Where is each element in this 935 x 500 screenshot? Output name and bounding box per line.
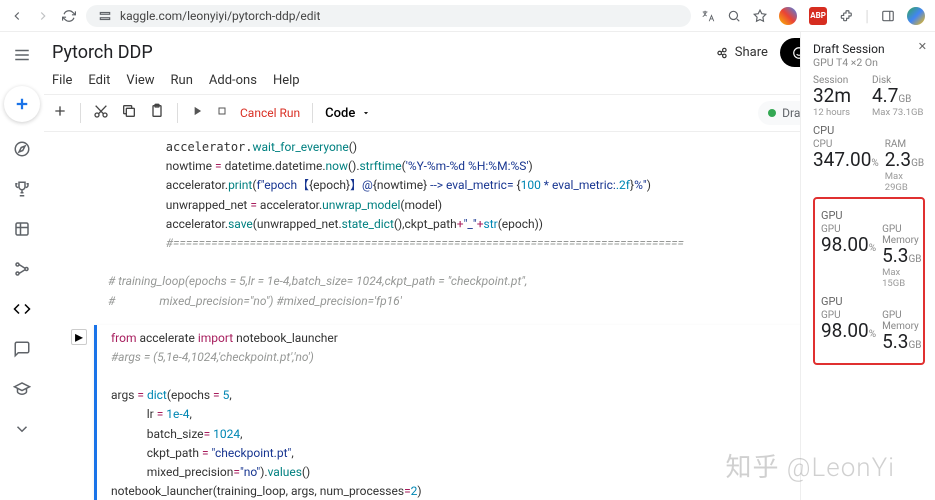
copy-icon[interactable] bbox=[121, 103, 137, 123]
star-icon[interactable] bbox=[753, 9, 767, 23]
forward-icon[interactable] bbox=[36, 9, 50, 23]
ext-icon-1[interactable] bbox=[779, 7, 797, 25]
gpu-highlight-box: GPU GPU 98.00% GPU Memory 5.3GB Max 15GB… bbox=[813, 197, 925, 365]
site-info-icon[interactable] bbox=[98, 9, 112, 23]
translate-icon[interactable] bbox=[701, 9, 715, 23]
trophy-icon[interactable] bbox=[13, 180, 31, 202]
page-title: Pytorch DDP bbox=[52, 42, 153, 63]
extensions-icon[interactable] bbox=[839, 9, 853, 23]
sidepanel-icon[interactable] bbox=[881, 9, 895, 23]
menu-run[interactable]: Run bbox=[171, 71, 193, 90]
panel-title: Draft Session bbox=[813, 42, 925, 56]
url-text: kaggle.com/leonyiyi/pytorch-ddp/edit bbox=[120, 9, 320, 23]
discussions-icon[interactable] bbox=[13, 340, 31, 362]
cancel-run-button[interactable]: Cancel Run bbox=[240, 106, 300, 120]
paste-icon[interactable] bbox=[149, 103, 165, 123]
reload-icon[interactable] bbox=[62, 9, 76, 23]
stop-icon[interactable] bbox=[216, 105, 228, 121]
dataset-icon[interactable] bbox=[13, 220, 31, 242]
status-dot-icon bbox=[768, 109, 776, 117]
back-icon[interactable] bbox=[10, 9, 24, 23]
menu-addons[interactable]: Add-ons bbox=[209, 71, 257, 90]
add-cell-icon[interactable] bbox=[52, 103, 68, 123]
learn-icon[interactable] bbox=[13, 380, 31, 402]
cut-icon[interactable] bbox=[93, 103, 109, 123]
chevron-down-icon[interactable] bbox=[13, 420, 31, 442]
ext-icon-abp[interactable]: ABP bbox=[809, 7, 827, 25]
run-cell-icon[interactable]: ▸ bbox=[71, 329, 87, 345]
share-button[interactable]: Share bbox=[715, 45, 768, 60]
close-icon[interactable]: ✕ bbox=[918, 40, 927, 53]
menu-icon[interactable] bbox=[13, 46, 31, 68]
cell-type-dropdown[interactable]: Code bbox=[325, 106, 371, 121]
menu-edit[interactable]: Edit bbox=[88, 71, 110, 90]
panel-subtitle: GPU T4 ×2 On bbox=[813, 56, 925, 69]
model-icon[interactable] bbox=[13, 260, 31, 282]
session-panel: ✕ Draft Session GPU T4 ×2 On Session 32m… bbox=[800, 32, 935, 500]
url-bar[interactable]: kaggle.com/leonyiyi/pytorch-ddp/edit bbox=[86, 5, 691, 27]
create-button[interactable] bbox=[4, 86, 40, 122]
profile-icon[interactable] bbox=[907, 7, 925, 25]
menu-view[interactable]: View bbox=[126, 71, 154, 90]
zoom-icon[interactable] bbox=[727, 9, 741, 23]
code-icon[interactable] bbox=[13, 300, 31, 322]
menu-file[interactable]: File bbox=[52, 71, 72, 90]
run-icon[interactable] bbox=[190, 104, 204, 122]
menu-help[interactable]: Help bbox=[273, 71, 300, 90]
compass-icon[interactable] bbox=[13, 140, 31, 162]
